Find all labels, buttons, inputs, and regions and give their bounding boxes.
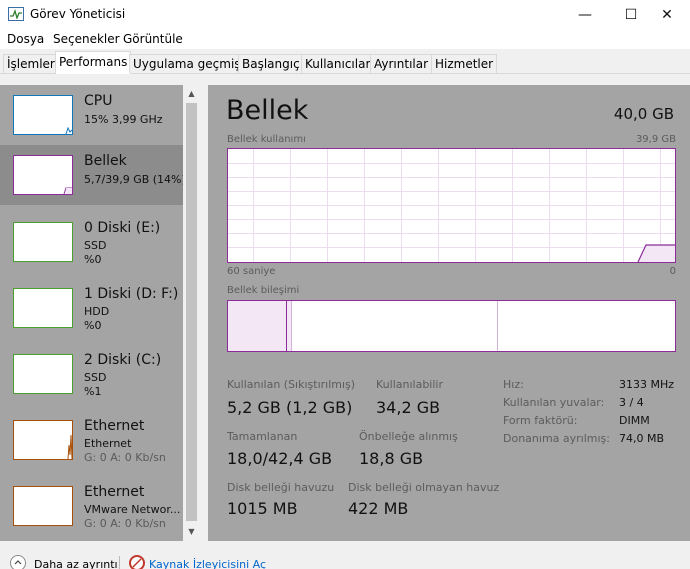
tab-users[interactable]: Kullanıcılar xyxy=(301,54,375,73)
fewer-details-link[interactable]: Daha az ayrıntı xyxy=(34,558,118,569)
minimize-button[interactable]: — xyxy=(562,0,608,29)
sidebar-item-type: SSD xyxy=(84,239,107,252)
nonpaged-pool-value: 422 MB xyxy=(348,499,409,518)
form-factor-value: DIMM xyxy=(619,414,650,427)
tab-services[interactable]: Hizmetler xyxy=(431,54,498,73)
committed-label: Tamamlanan xyxy=(227,430,298,443)
sidebar-item-disk-0[interactable]: 0 Diski (E:) SSD %0 xyxy=(0,212,183,272)
form-factor-label: Form faktörü: xyxy=(503,414,578,427)
slots-used-label: Kullanılan yuvalar: xyxy=(503,396,605,409)
total-memory: 40,0 GB xyxy=(613,105,674,123)
sidebar-item-title: Bellek xyxy=(84,153,127,169)
menu-options[interactable]: Seçenekler xyxy=(53,32,120,46)
sidebar-item-adapter: Ethernet xyxy=(84,437,132,450)
nonpaged-pool-label: Disk belleği olmayan havuz xyxy=(348,481,500,494)
title-bar: Görev Yöneticisi — ☐ ✕ xyxy=(0,0,690,29)
sidebar-item-throughput: G: 0 A: 0 Kb/sn xyxy=(84,451,166,464)
tab-app-history[interactable]: Uygulama geçmişi xyxy=(129,54,248,73)
speed-value: 3133 MHz xyxy=(619,378,675,391)
committed-value: 18,0/42,4 GB xyxy=(227,449,333,468)
composition-standby xyxy=(292,301,498,351)
in-use-value: 5,2 GB (1,2 GB) xyxy=(227,398,353,417)
composition-in-use xyxy=(228,301,287,351)
time-axis-end: 0 xyxy=(669,266,676,277)
sidebar-item-usage: %0 xyxy=(84,253,102,266)
tab-processes[interactable]: İşlemler xyxy=(3,54,59,73)
menu-bar: Dosya Seçenekler Görüntüle xyxy=(0,29,690,49)
sidebar-item-memory[interactable]: Bellek 5,7/39,9 GB (14%) xyxy=(0,145,186,205)
sidebar-item-detail: 15% 3,99 GHz xyxy=(84,113,163,126)
sidebar-item-title: Ethernet xyxy=(84,418,145,434)
sidebar-item-usage: %0 xyxy=(84,319,102,332)
memory-usage-graph xyxy=(227,148,676,263)
cpu-thumbnail-graph xyxy=(13,95,73,135)
sidebar-item-type: SSD xyxy=(84,371,107,384)
paged-pool-value: 1015 MB xyxy=(227,499,298,518)
footer-divider xyxy=(119,556,120,569)
sidebar-item-title: 1 Diski (D: F:) xyxy=(84,286,179,302)
sidebar-item-adapter: VMware Networ... xyxy=(84,503,181,516)
close-button[interactable]: ✕ xyxy=(644,0,690,29)
memory-thumbnail-graph xyxy=(13,155,73,195)
menu-file[interactable]: Dosya xyxy=(7,32,44,46)
paged-pool-label: Disk belleği havuzu xyxy=(227,481,335,494)
scroll-thumb[interactable] xyxy=(186,103,197,521)
composition-free xyxy=(498,301,675,351)
cached-label: Önbelleğe alınmış xyxy=(359,430,458,443)
hardware-reserved-value: 74,0 MB xyxy=(619,432,665,445)
composition-label: Bellek bileşimi xyxy=(227,285,300,296)
task-manager-icon xyxy=(8,7,24,21)
sidebar-item-title: 0 Diski (E:) xyxy=(84,220,161,236)
sidebar-item-throughput: G: 0 A: 0 Kb/sn xyxy=(84,517,166,530)
sidebar-item-ethernet-1[interactable]: Ethernet VMware Networ... G: 0 A: 0 Kb/s… xyxy=(0,476,183,536)
memory-detail-panel: Bellek 40,0 GB Bellek kullanımı 39,9 GB … xyxy=(208,85,690,541)
sidebar-item-ethernet-0[interactable]: Ethernet Ethernet G: 0 A: 0 Kb/sn xyxy=(0,410,183,470)
scroll-down-icon[interactable]: ▼ xyxy=(186,527,197,536)
disk-thumbnail-graph xyxy=(13,288,73,328)
sidebar-item-usage: %1 xyxy=(84,385,102,398)
tab-performance[interactable]: Performans xyxy=(55,51,132,74)
resource-monitor-icon xyxy=(129,555,145,569)
chevron-up-icon[interactable] xyxy=(10,555,26,569)
time-axis-start: 60 saniye xyxy=(227,266,276,277)
window-title: Görev Yöneticisi xyxy=(30,7,126,21)
ethernet-thumbnail-graph xyxy=(13,486,73,526)
performance-sidebar: CPU 15% 3,99 GHz Bellek 5,7/39,9 GB (14%… xyxy=(0,85,186,541)
sidebar-scrollbar[interactable]: ▲ ▼ xyxy=(183,85,200,541)
scroll-up-icon[interactable]: ▲ xyxy=(186,89,197,98)
usage-graph-max: 39,9 GB xyxy=(635,134,676,145)
open-resource-monitor-link[interactable]: Kaynak İzleyicisini Aç xyxy=(149,558,266,569)
sidebar-item-detail: 5,7/39,9 GB (14%) xyxy=(84,173,186,186)
speed-label: Hız: xyxy=(503,378,524,391)
hardware-reserved-label: Donanıma ayrılmış: xyxy=(503,432,610,445)
ethernet-thumbnail-graph xyxy=(13,420,73,460)
footer-bar: Daha az ayrıntı Kaynak İzleyicisini Aç xyxy=(0,541,690,569)
sidebar-item-cpu[interactable]: CPU 15% 3,99 GHz xyxy=(0,85,183,145)
menu-view[interactable]: Görüntüle xyxy=(123,32,183,46)
sidebar-item-title: 2 Diski (C:) xyxy=(84,352,162,368)
sidebar-item-type: HDD xyxy=(84,305,110,318)
available-label: Kullanılabilir xyxy=(376,378,443,391)
sidebar-item-title: Ethernet xyxy=(84,484,145,500)
disk-thumbnail-graph xyxy=(13,354,73,394)
slots-used-value: 3 / 4 xyxy=(619,396,644,409)
memory-composition-bar xyxy=(227,300,676,352)
cached-value: 18,8 GB xyxy=(359,449,424,468)
tab-details[interactable]: Ayrıntılar xyxy=(370,54,433,73)
disk-thumbnail-graph xyxy=(13,222,73,262)
available-value: 34,2 GB xyxy=(376,398,441,417)
sidebar-item-title: CPU xyxy=(84,93,113,109)
in-use-label: Kullanılan (Sıkıştırılmış) xyxy=(227,378,356,391)
sidebar-item-disk-1[interactable]: 1 Diski (D: F:) HDD %0 xyxy=(0,278,183,338)
sidebar-item-disk-2[interactable]: 2 Diski (C:) SSD %1 xyxy=(0,344,183,404)
usage-graph-label: Bellek kullanımı xyxy=(227,134,306,145)
tab-startup[interactable]: Başlangıç xyxy=(238,54,304,73)
page-title: Bellek xyxy=(226,95,309,126)
tab-bar: İşlemler Performans Uygulama geçmişi Baş… xyxy=(0,49,690,74)
